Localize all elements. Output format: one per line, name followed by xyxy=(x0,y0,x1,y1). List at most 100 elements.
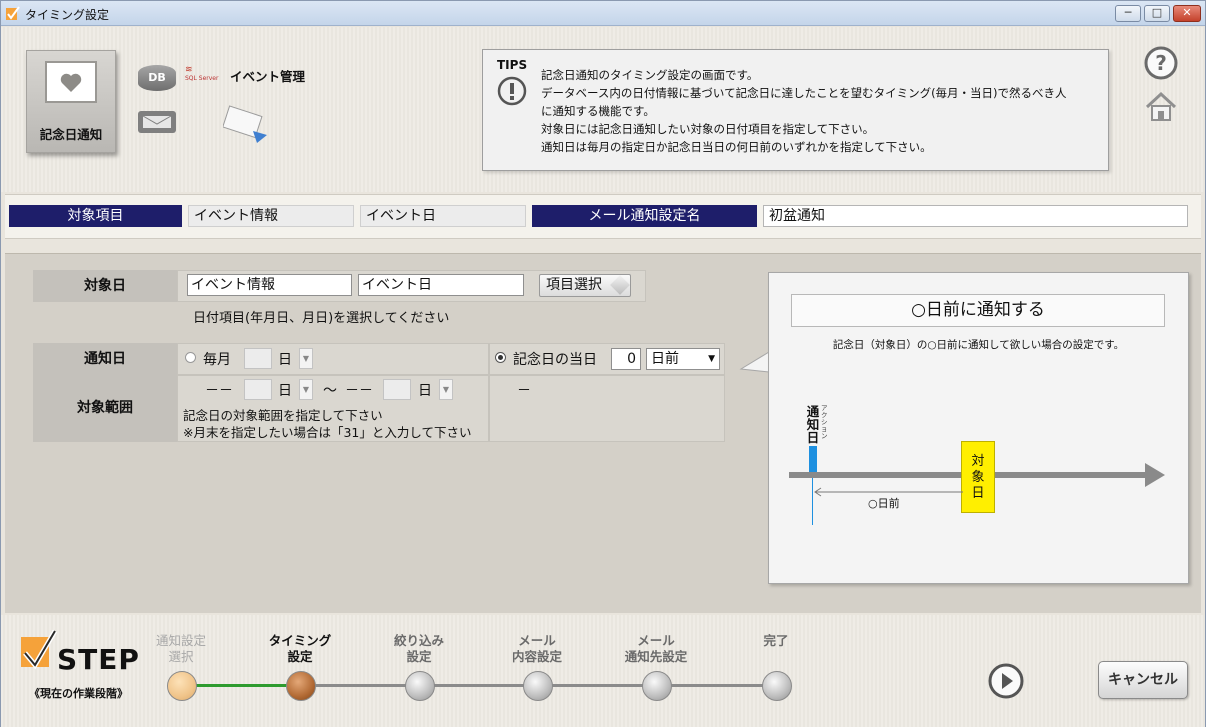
range-start-dash: －－ xyxy=(205,383,233,399)
range-end-dash: －－ xyxy=(345,383,373,399)
range-right-dash: － xyxy=(517,383,531,399)
header-panel: 記念日通知 DB ≋ SQL Server イベント管理 TIPS 記念日通知のタ… xyxy=(1,27,1205,192)
range-label: 対象範囲 xyxy=(33,375,177,442)
range-tilde: ～ xyxy=(323,383,337,399)
target-day-box: 対 象 日 xyxy=(961,441,995,513)
monthly-day-input[interactable] xyxy=(244,348,272,369)
chevron-down-icon: ▼ xyxy=(708,354,715,364)
mail-icon xyxy=(138,111,176,133)
step4-label: メール 内容設定 xyxy=(482,633,592,665)
monitor-heart-icon xyxy=(45,61,97,103)
tips-line: 対象日には記念日通知したい対象の日付項目を指定して下さい。 xyxy=(541,122,875,136)
range-hint2: ※月末を指定したい場合は「31」と入力して下さい xyxy=(183,425,472,440)
monthly-radio[interactable] xyxy=(185,352,196,363)
home-icon[interactable] xyxy=(1143,89,1179,125)
timing-diagram-panel: ○日前に通知する 記念日（対象日）の○日前に通知して欲しい場合の設定です。 通 … xyxy=(768,272,1189,584)
step-footer: STEP 《現在の作業段階》 通知設定 選択 タイミング 設定 絞り込み 設定 メール… xyxy=(1,615,1205,727)
target-date-hint: 日付項目(年月日、月日)を選択してください xyxy=(193,311,450,326)
app-logo-icon xyxy=(6,6,20,20)
field-summary-row: 対象項目 イベント情報 イベント日 メール通知設定名 初盆通知 xyxy=(5,194,1201,239)
range-start-input[interactable] xyxy=(244,379,272,400)
step5-line1: メール xyxy=(637,633,675,648)
step2-label: タイミング 設定 xyxy=(245,633,355,665)
maximize-button[interactable]: □ xyxy=(1144,5,1170,22)
window-title: タイミング設定 xyxy=(25,8,110,22)
mail-setting-label: メール通知設定名 xyxy=(532,205,757,227)
step5-line2: 通知先設定 xyxy=(624,649,688,664)
cancel-button[interactable]: キャンセル xyxy=(1098,661,1188,699)
callout-pointer xyxy=(739,351,770,373)
feature-tile-anniversary[interactable]: 記念日通知 xyxy=(26,50,116,153)
current-stage-label: 《現在の作業段階》 xyxy=(29,687,128,700)
svg-text:?: ? xyxy=(1155,51,1167,75)
anniversary-radio[interactable] xyxy=(495,352,506,363)
tips-panel: TIPS 記念日通知のタイミング設定の画面です。 データベース内の日付情報に基づ… xyxy=(482,49,1109,171)
step2-line1: タイミング xyxy=(268,633,332,648)
send-mail-icon xyxy=(223,105,267,143)
next-button[interactable] xyxy=(987,662,1025,700)
progress-done xyxy=(181,684,301,687)
step5-label: メール 通知先設定 xyxy=(601,633,711,665)
step6-label: 完了 xyxy=(721,633,831,649)
app-window: タイミング設定 ─ □ ✕ 記念日通知 DB ≋ SQL Server イベント管… xyxy=(0,0,1206,727)
diagram-title: ○日前に通知する xyxy=(791,294,1165,327)
tips-text: 記念日通知のタイミング設定の画面です。 データベース内の日付情報に基づいて記念日… xyxy=(541,66,1067,156)
monthly-day-dropdown[interactable]: ▼ xyxy=(299,348,313,369)
target-item-label: 対象項目 xyxy=(9,205,182,227)
mail-setting-name-field[interactable]: 初盆通知 xyxy=(763,205,1188,227)
target-item-value2: イベント日 xyxy=(360,205,526,227)
notify-date-label: 通知日 xyxy=(33,343,177,375)
step4-line2: 内容設定 xyxy=(511,649,562,664)
close-button[interactable]: ✕ xyxy=(1173,5,1201,22)
sqlserver-logo: ≋ SQL Server xyxy=(185,65,219,82)
title-bar: タイミング設定 ─ □ ✕ xyxy=(1,1,1205,26)
step3-dot xyxy=(405,671,435,701)
days-before-select-value: 日前 xyxy=(651,351,679,367)
target-item-value1: イベント情報 xyxy=(188,205,354,227)
item-select-label: 項目選択 xyxy=(546,277,602,293)
range-start-dropdown[interactable]: ▼ xyxy=(299,379,313,400)
range-end-dropdown[interactable]: ▼ xyxy=(439,379,453,400)
day-unit-label: 日 xyxy=(278,352,292,368)
anniversary-label: 記念日の当日 xyxy=(513,352,597,368)
step2-dot xyxy=(286,671,316,701)
target-day-char: 象 xyxy=(971,470,985,485)
days-before-select[interactable]: 日前 ▼ xyxy=(646,348,720,370)
range-start-unit: 日 xyxy=(278,383,292,399)
notify-day-char: 日 xyxy=(806,430,820,445)
days-before-input[interactable]: 0 xyxy=(611,348,641,370)
item-select-button[interactable]: 項目選択 xyxy=(539,274,631,297)
action-label: アクション xyxy=(821,404,828,440)
step1-dot xyxy=(167,671,197,701)
tips-line: データベース内の日付情報に基づいて記念日に達したことを望むタイミング(毎月・当日… xyxy=(541,86,1067,100)
exclamation-icon xyxy=(497,76,527,106)
tips-line: 通知日は毎月の指定日か記念日当日の何日前のいずれかを指定して下さい。 xyxy=(541,140,932,154)
target-day-char: 対 xyxy=(971,454,985,469)
eraser-icon xyxy=(610,275,630,295)
step3-label: 絞り込み 設定 xyxy=(364,633,474,665)
monthly-label: 毎月 xyxy=(203,352,231,368)
db-label: DB xyxy=(148,71,166,84)
feature-label: 記念日通知 xyxy=(39,127,103,142)
tips-line: 記念日通知のタイミング設定の画面です。 xyxy=(541,68,759,82)
tips-line: に通知する機能です。 xyxy=(541,104,655,118)
step3-line1: 絞り込み xyxy=(393,633,444,648)
step4-dot xyxy=(523,671,553,701)
sqlserver-label: SQL Server xyxy=(185,75,219,82)
days-before-label: ○日前 xyxy=(868,497,900,510)
step5-dot xyxy=(642,671,672,701)
tips-title: TIPS xyxy=(497,58,528,72)
step6-dot xyxy=(762,671,792,701)
step-check-icon xyxy=(21,629,58,670)
target-date-input2[interactable]: イベント日 xyxy=(358,274,524,296)
step1-line1: 通知設定 xyxy=(155,633,206,648)
target-date-label: 対象日 xyxy=(33,270,177,302)
target-date-input1[interactable]: イベント情報 xyxy=(187,274,352,296)
step6-line2: 完了 xyxy=(763,633,789,648)
minimize-button[interactable]: ─ xyxy=(1115,5,1141,22)
step1-line2: 選択 xyxy=(168,649,194,664)
step1-label: 通知設定 選択 xyxy=(126,633,236,665)
help-icon[interactable]: ? xyxy=(1143,45,1179,81)
step4-line1: メール xyxy=(518,633,556,648)
range-end-input[interactable] xyxy=(383,379,411,400)
